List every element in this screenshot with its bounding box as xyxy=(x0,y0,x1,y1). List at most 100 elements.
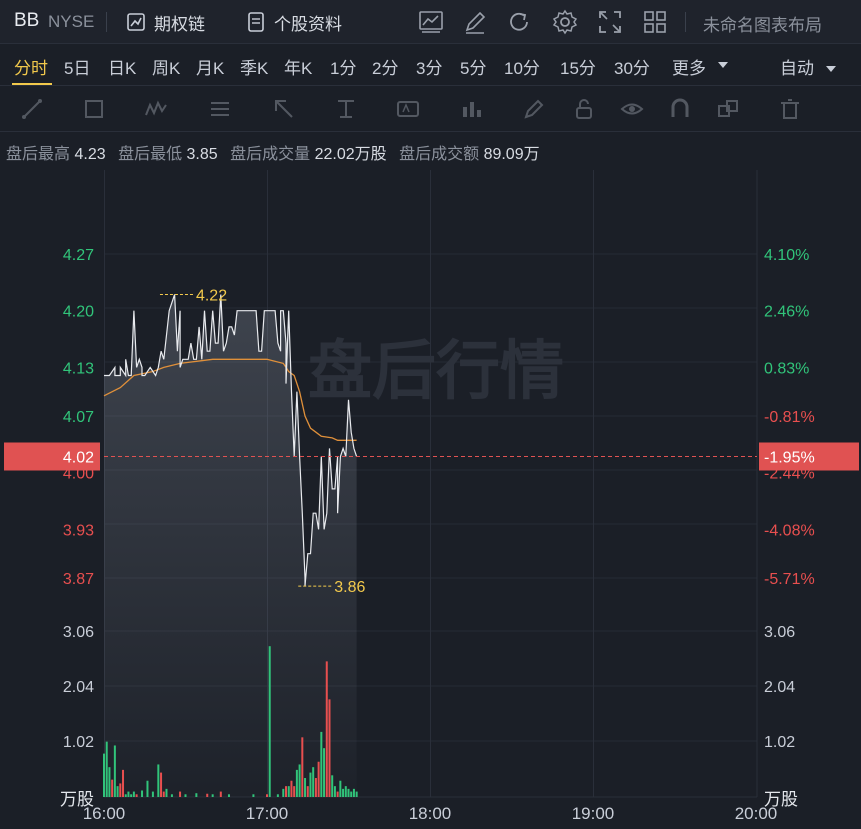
volume-bar xyxy=(206,793,209,797)
volume-tick-label: 2.04 xyxy=(764,679,795,696)
volume-tick-label: 1.02 xyxy=(63,734,94,751)
volume-bar xyxy=(268,646,271,797)
price-tick-label: 4.13 xyxy=(63,360,94,377)
percent-tick-label: -0.81% xyxy=(764,409,815,426)
period-tab[interactable]: 30分 xyxy=(614,54,650,79)
volume-bar xyxy=(160,772,163,797)
period-tab[interactable]: 日K xyxy=(108,54,136,79)
volume-label: 盘后成交量 xyxy=(230,146,311,163)
rectangle-tool-icon[interactable] xyxy=(82,97,106,121)
measure-tool-icon[interactable] xyxy=(334,97,358,121)
layout-name[interactable]: 未命名图表布局 xyxy=(703,11,822,36)
percent-tick-label: 4.10% xyxy=(764,247,809,264)
low-label: 盘后最低 xyxy=(118,146,183,163)
draw-icon[interactable] xyxy=(462,9,488,35)
volume-bar xyxy=(127,791,130,797)
refresh-icon[interactable] xyxy=(506,9,532,35)
symbol-code[interactable]: BB xyxy=(14,10,39,32)
trash-icon[interactable] xyxy=(778,97,802,121)
pen-icon[interactable] xyxy=(522,97,546,121)
volume-bar xyxy=(195,793,198,797)
fib-tool-icon[interactable] xyxy=(208,97,232,121)
watermark-text: 盘后行情 xyxy=(308,335,564,409)
magnet-icon[interactable] xyxy=(668,97,692,121)
settings-icon[interactable] xyxy=(552,9,578,35)
volume-tick-label: 1.02 xyxy=(764,734,795,751)
period-tab[interactable]: 2分 xyxy=(372,54,398,79)
volume-bar xyxy=(320,731,323,797)
period-tab[interactable]: 5分 xyxy=(460,54,486,79)
low-marker-label: 3.86 xyxy=(334,579,365,596)
high-value: 4.23 xyxy=(74,146,106,163)
volume-bar xyxy=(290,780,293,797)
volume-bar xyxy=(130,794,133,797)
volume-bar xyxy=(287,786,290,797)
period-tab[interactable]: 更多 xyxy=(672,54,706,79)
volume-bar xyxy=(184,794,187,797)
period-tab[interactable]: 月K xyxy=(196,54,224,79)
volume-bar xyxy=(157,764,160,797)
volume-bar xyxy=(122,769,125,797)
volume-bar xyxy=(355,791,358,797)
layout-grid-icon[interactable] xyxy=(642,9,668,35)
volume-value: 22.02万股 xyxy=(314,146,387,163)
layers-icon[interactable] xyxy=(716,97,740,121)
period-tab[interactable]: 3分 xyxy=(416,54,442,79)
volume-bar xyxy=(336,791,339,797)
volume-bar xyxy=(282,788,285,797)
text-tool-icon[interactable] xyxy=(396,97,420,121)
current-percent-label: -1.95% xyxy=(764,450,815,467)
volume-bar xyxy=(135,794,138,797)
current-price-label: 4.02 xyxy=(63,450,94,467)
volume-bar xyxy=(312,767,315,797)
volume-bar xyxy=(323,748,326,797)
chart-type-icon[interactable] xyxy=(418,9,444,35)
time-tick-label: 20:00 xyxy=(735,804,778,823)
volume-bar xyxy=(352,788,355,797)
volume-bar xyxy=(317,761,320,797)
indicator-tool-icon[interactable] xyxy=(460,97,484,121)
volume-bar xyxy=(344,786,347,797)
high-marker-label: 4.22 xyxy=(196,288,227,305)
volume-bar xyxy=(146,780,149,797)
volume-bar xyxy=(113,745,116,797)
stock-info-button[interactable]: 个股资料 xyxy=(246,9,342,35)
eye-icon[interactable] xyxy=(620,97,644,121)
lock-icon[interactable] xyxy=(572,97,596,121)
volume-bar xyxy=(342,788,345,797)
exchange-label: NYSE xyxy=(48,12,95,31)
amount-value: 89.09万 xyxy=(483,146,540,163)
pattern-tool-icon[interactable] xyxy=(144,97,168,121)
auto-scale-button[interactable]: 自动 xyxy=(780,54,837,79)
options-chain-button[interactable]: 期权链 xyxy=(126,9,205,35)
volume-bar xyxy=(132,791,135,797)
percent-tick-label: 0.83% xyxy=(764,360,809,377)
volume-bar xyxy=(306,786,309,797)
price-chart[interactable]: 盘后行情4.223.864.274.204.134.074.003.933.87… xyxy=(0,170,861,829)
period-tab[interactable]: 分时 xyxy=(14,54,48,79)
period-tab[interactable]: 年K xyxy=(284,54,312,79)
volume-bar xyxy=(252,794,255,797)
volume-bar xyxy=(179,791,182,797)
drawing-toolbar xyxy=(0,86,861,132)
line-tool-icon[interactable] xyxy=(20,97,44,121)
period-tab[interactable]: 周K xyxy=(152,54,180,79)
document-icon xyxy=(248,12,264,32)
volume-tick-label: 3.06 xyxy=(63,624,94,641)
period-tab[interactable]: 1分 xyxy=(330,54,356,79)
volume-bar xyxy=(105,741,108,797)
price-tick-label: 3.87 xyxy=(63,571,94,588)
fullscreen-icon[interactable] xyxy=(597,9,623,35)
period-tab[interactable]: 10分 xyxy=(504,54,540,79)
period-tab[interactable]: 15分 xyxy=(560,54,596,79)
volume-bar xyxy=(350,791,353,797)
volume-bar xyxy=(309,772,312,797)
stock-info-label: 个股资料 xyxy=(274,14,342,34)
volume-bar xyxy=(108,767,111,797)
period-tab[interactable]: 季K xyxy=(240,54,268,79)
volume-bar xyxy=(266,794,268,797)
volume-bar xyxy=(339,780,342,797)
arrow-tool-icon[interactable] xyxy=(272,97,296,121)
volume-bar xyxy=(219,791,222,797)
period-tab[interactable]: 5日 xyxy=(64,54,90,79)
